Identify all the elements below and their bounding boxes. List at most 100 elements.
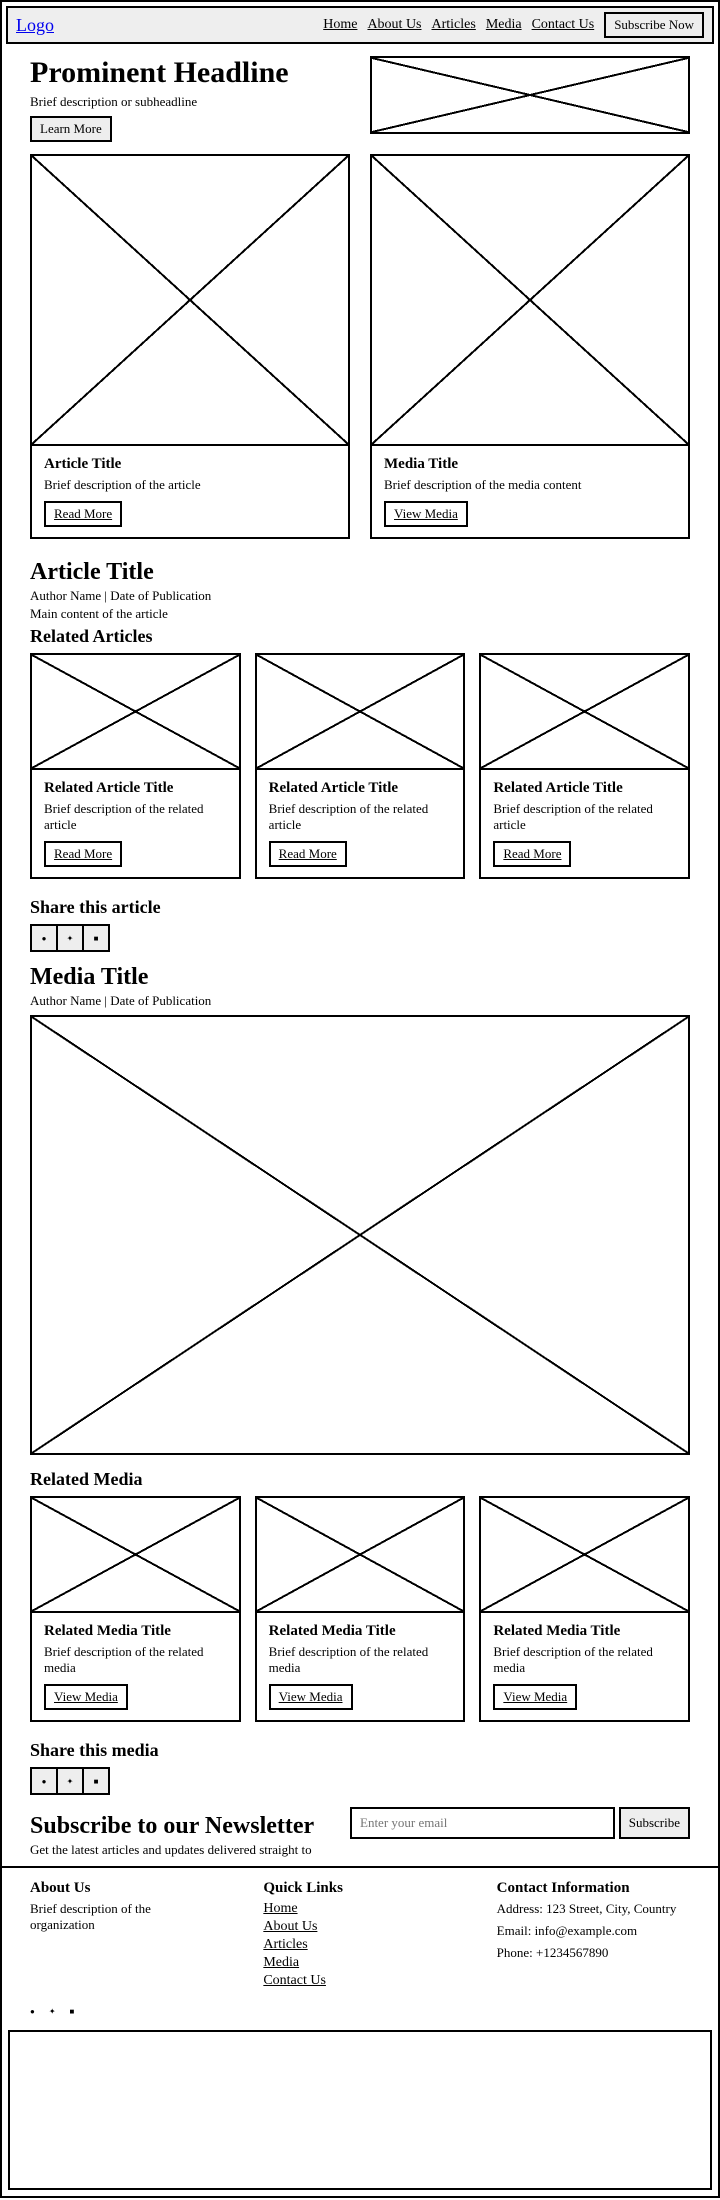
- view-media-button[interactable]: View Media: [44, 1684, 128, 1710]
- media-title: Media Title: [30, 964, 690, 991]
- logo-link[interactable]: Logo: [16, 15, 54, 36]
- featured-media-card: Media Title Brief description of the med…: [370, 154, 690, 539]
- nav-media[interactable]: Media: [486, 17, 522, 33]
- instagram-icon[interactable]: ■: [70, 2007, 75, 2016]
- related-article-desc: Brief description of the related article: [44, 801, 227, 833]
- share-media-heading: Share this media: [30, 1740, 690, 1761]
- share-article-buttons: ● ✦ ■: [30, 924, 690, 952]
- subscribe-form: Subscribe: [350, 1807, 690, 1839]
- learn-more-button[interactable]: Learn More: [30, 116, 112, 142]
- footer-social: ● ✦ ■: [2, 2003, 718, 2024]
- related-article-desc: Brief description of the related article: [269, 801, 452, 833]
- footer-link-contact[interactable]: Contact Us: [263, 1973, 456, 1989]
- bottom-placeholder: [8, 2030, 712, 2190]
- related-article-card: Related Article Title Brief description …: [255, 653, 466, 879]
- instagram-icon[interactable]: ■: [82, 1767, 110, 1795]
- share-media-buttons: ● ✦ ■: [30, 1767, 690, 1795]
- newsletter-heading: Subscribe to our Newsletter: [30, 1813, 330, 1840]
- related-media-card: Related Media Title Brief description of…: [30, 1496, 241, 1722]
- newsletter-desc: Get the latest articles and updates deli…: [30, 1842, 320, 1858]
- footer-address: Address: 123 Street, City, Country: [497, 1901, 690, 1917]
- related-article-card: Related Article Title Brief description …: [30, 653, 241, 879]
- related-media-desc: Brief description of the related media: [493, 1644, 676, 1676]
- related-media-desc: Brief description of the related media: [269, 1644, 452, 1676]
- view-media-button[interactable]: View Media: [384, 501, 468, 527]
- read-more-button[interactable]: Read More: [44, 501, 122, 527]
- media-meta: Author Name | Date of Publication: [30, 993, 230, 1009]
- related-media-desc: Brief description of the related media: [44, 1644, 227, 1676]
- footer-about-heading: About Us: [30, 1880, 223, 1897]
- read-more-button[interactable]: Read More: [493, 841, 571, 867]
- hero-headline: Prominent Headline: [30, 56, 350, 90]
- footer-contact: Contact Information Address: 123 Street,…: [497, 1880, 690, 1991]
- featured-article-card: Article Title Brief description of the a…: [30, 154, 350, 539]
- related-media-card: Related Media Title Brief description of…: [255, 1496, 466, 1722]
- footer-link-media[interactable]: Media: [263, 1955, 456, 1971]
- hero: Prominent Headline Brief description or …: [30, 56, 690, 142]
- twitter-icon[interactable]: ✦: [56, 924, 84, 952]
- featured-media-title: Media Title: [384, 456, 676, 473]
- email-input[interactable]: [350, 1807, 615, 1839]
- subscribe-now-button[interactable]: Subscribe Now: [604, 12, 704, 38]
- footer-quick-heading: Quick Links: [263, 1880, 456, 1897]
- related-article-desc: Brief description of the related article: [493, 801, 676, 833]
- footer-about-desc: Brief description of the organization: [30, 1901, 190, 1933]
- top-bar: Logo Home About Us Articles Media Contac…: [6, 6, 714, 44]
- twitter-icon[interactable]: ✦: [56, 1767, 84, 1795]
- footer-link-articles[interactable]: Articles: [263, 1937, 456, 1953]
- hero-sub: Brief description or subheadline: [30, 94, 210, 110]
- related-article-image: [32, 655, 239, 770]
- featured-media-desc: Brief description of the media content: [384, 477, 676, 493]
- footer-quick-links: Quick Links Home About Us Articles Media…: [263, 1880, 456, 1991]
- related-article-image: [481, 655, 688, 770]
- footer-link-about[interactable]: About Us: [263, 1919, 456, 1935]
- related-media-card: Related Media Title Brief description of…: [479, 1496, 690, 1722]
- instagram-icon[interactable]: ■: [82, 924, 110, 952]
- related-media-image: [481, 1498, 688, 1613]
- featured-article-desc: Brief description of the article: [44, 477, 336, 493]
- footer-phone: Phone: +1234567890: [497, 1945, 690, 1961]
- footer-contact-heading: Contact Information: [497, 1880, 690, 1897]
- related-media-image: [257, 1498, 464, 1613]
- featured-article-image: [32, 156, 348, 446]
- view-media-button[interactable]: View Media: [269, 1684, 353, 1710]
- read-more-button[interactable]: Read More: [44, 841, 122, 867]
- nav-home[interactable]: Home: [323, 17, 357, 33]
- hero-image-placeholder: [370, 56, 690, 134]
- twitter-icon[interactable]: ✦: [49, 2007, 56, 2016]
- related-article-title: Related Article Title: [493, 780, 676, 797]
- footer-about: About Us Brief description of the organi…: [30, 1880, 223, 1991]
- facebook-icon[interactable]: ●: [30, 1767, 58, 1795]
- featured-article-title: Article Title: [44, 456, 336, 473]
- related-articles-row: Related Article Title Brief description …: [30, 653, 690, 879]
- related-media-title: Related Media Title: [44, 1623, 227, 1640]
- main-nav: Home About Us Articles Media Contact Us …: [323, 12, 704, 38]
- share-article-heading: Share this article: [30, 897, 690, 918]
- nav-contact[interactable]: Contact Us: [532, 17, 595, 33]
- related-article-title: Related Article Title: [269, 780, 452, 797]
- article-body: Main content of the article: [30, 606, 230, 622]
- footer-email: Email: info@example.com: [497, 1923, 690, 1939]
- view-media-button[interactable]: View Media: [493, 1684, 577, 1710]
- related-article-title: Related Article Title: [44, 780, 227, 797]
- nav-articles[interactable]: Articles: [432, 17, 476, 33]
- related-media-heading: Related Media: [30, 1469, 690, 1490]
- featured-media-image: [372, 156, 688, 446]
- nav-about[interactable]: About Us: [367, 17, 421, 33]
- subscribe-button[interactable]: Subscribe: [619, 1807, 690, 1839]
- facebook-icon[interactable]: ●: [30, 2007, 35, 2016]
- footer-link-home[interactable]: Home: [263, 1901, 456, 1917]
- facebook-icon[interactable]: ●: [30, 924, 58, 952]
- related-media-row: Related Media Title Brief description of…: [30, 1496, 690, 1722]
- featured-row: Article Title Brief description of the a…: [30, 154, 690, 539]
- related-media-title: Related Media Title: [493, 1623, 676, 1640]
- related-media-title: Related Media Title: [269, 1623, 452, 1640]
- media-main-image: [30, 1015, 690, 1455]
- newsletter-section: Subscribe to our Newsletter Get the late…: [30, 1807, 690, 1858]
- footer: About Us Brief description of the organi…: [2, 1866, 718, 2003]
- article-meta: Author Name | Date of Publication: [30, 588, 230, 604]
- related-media-image: [32, 1498, 239, 1613]
- article-title: Article Title: [30, 559, 690, 586]
- read-more-button[interactable]: Read More: [269, 841, 347, 867]
- related-article-image: [257, 655, 464, 770]
